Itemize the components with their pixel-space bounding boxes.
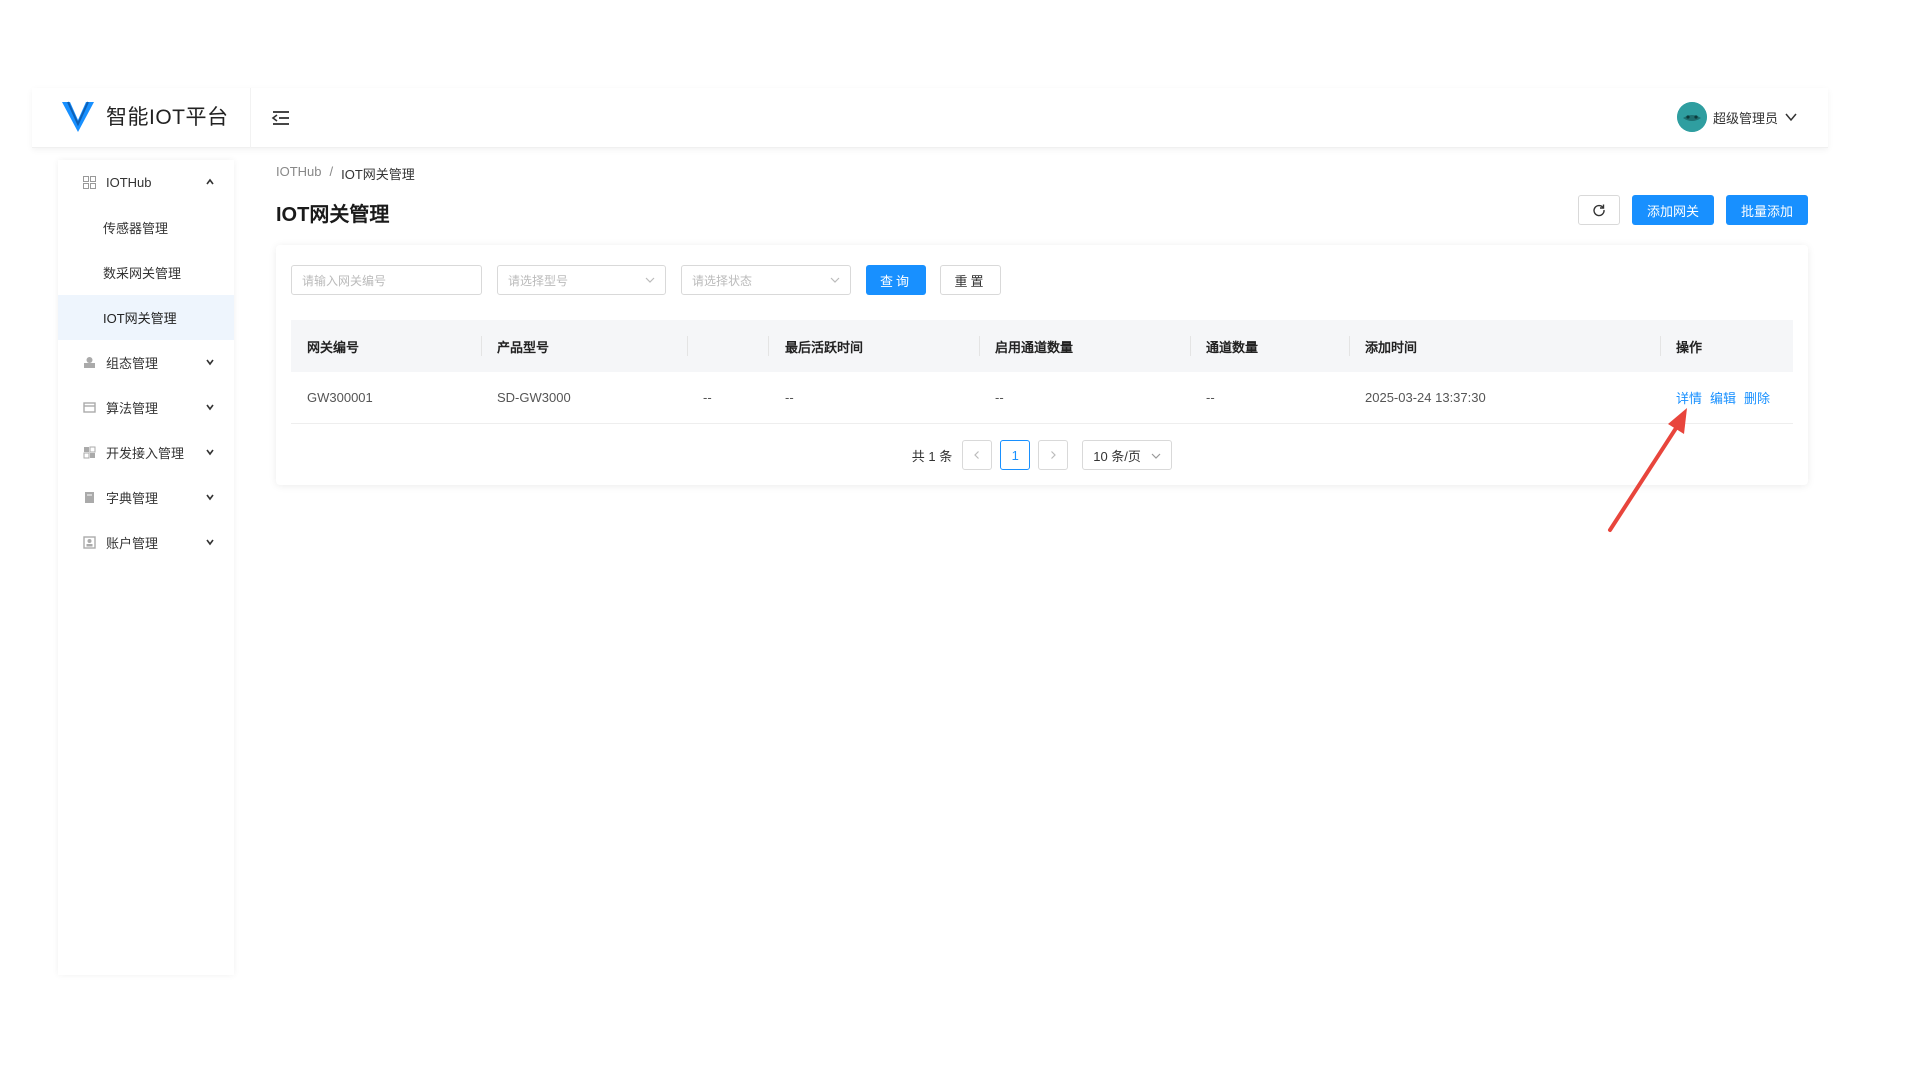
sidebar: IOTHub 传感器管理 数采网关管理 IOT网关管理 组态管理 算法管理 开发…: [58, 160, 234, 975]
column-header-code: 网关编号: [307, 339, 360, 355]
column-header-enabled-channels: 启用通道数量: [995, 339, 1074, 355]
column-header-last-active: 最后活跃时间: [785, 339, 864, 355]
chevron-down-icon: [206, 404, 214, 411]
sidebar-item-sensor[interactable]: 传感器管理: [58, 205, 234, 250]
chevron-down-icon: [206, 494, 214, 501]
query-button[interactable]: 查询: [866, 265, 926, 295]
breadcrumb-root[interactable]: IOTHub: [276, 164, 322, 183]
table-row: GW300001 SD-GW3000 -- -- -- -- 2025-03-2…: [291, 372, 1793, 424]
column-divider: [687, 336, 688, 356]
cell-channels: --: [1206, 390, 1215, 405]
refresh-button[interactable]: [1578, 195, 1620, 225]
column-divider: [1349, 336, 1350, 356]
chevron-right-icon: [1051, 451, 1057, 459]
content-card: 请输入网关编号 请选择型号 请选择状态 查询 重置 网关编号 产品型号 最后活跃…: [276, 245, 1808, 485]
user-menu[interactable]: 超级管理员: [1676, 102, 1798, 132]
app-logo[interactable]: 智能IOT平台: [60, 98, 229, 134]
chevron-down-icon: [830, 277, 840, 283]
sidebar-item-label: 开发接入管理: [106, 446, 185, 461]
logo-icon: [62, 101, 94, 132]
cell-code: GW300001: [307, 390, 373, 405]
page-button-1[interactable]: 1: [1000, 440, 1031, 470]
menu-collapse-icon[interactable]: [270, 108, 292, 128]
sidebar-item-account[interactable]: 账户管理: [58, 520, 234, 565]
page-title: IOT网关管理: [276, 204, 390, 226]
chevron-down-icon: [206, 539, 214, 546]
pagination-total: 共 1 条: [911, 448, 953, 464]
table-header: 网关编号 产品型号 最后活跃时间 启用通道数量 通道数量 添加时间 操作: [291, 320, 1793, 372]
pagination: 共 1 条 1 10 条/页: [276, 440, 1808, 470]
column-divider: [1190, 336, 1191, 356]
chevron-down-icon: [1785, 113, 1797, 122]
gateway-code-input[interactable]: 请输入网关编号: [291, 265, 482, 295]
sidebar-item-iot-gateway[interactable]: IOT网关管理: [58, 295, 234, 340]
cell-last-active: --: [785, 390, 794, 405]
status-select[interactable]: 请选择状态: [681, 265, 851, 295]
top-header: 智能IOT平台 超级管理员: [32, 88, 1828, 148]
header-divider: [250, 88, 251, 148]
sidebar-item-label: 算法管理: [106, 401, 159, 416]
model-select[interactable]: 请选择型号: [497, 265, 666, 295]
batch-add-button[interactable]: 批量添加: [1726, 195, 1808, 225]
next-page-button[interactable]: [1038, 440, 1069, 470]
edit-link[interactable]: 编辑: [1710, 391, 1736, 406]
cell-added-time: 2025-03-24 13:37:30: [1365, 390, 1486, 405]
chevron-down-icon: [206, 449, 214, 456]
account-icon: [82, 536, 96, 550]
breadcrumb-current: IOT网关管理: [341, 167, 415, 182]
sidebar-item-config[interactable]: 组态管理: [58, 340, 234, 385]
breadcrumb: IOTHub / IOT网关管理: [276, 164, 415, 183]
chevron-up-icon: [206, 178, 214, 185]
page-size-select[interactable]: 10 条/页: [1082, 440, 1173, 470]
refresh-icon: [1593, 204, 1605, 217]
config-icon: [82, 356, 96, 370]
column-divider: [979, 336, 980, 356]
page-size-value: 10 条/页: [1093, 448, 1141, 464]
reset-button[interactable]: 重置: [940, 265, 1001, 295]
column-header-channels: 通道数量: [1206, 339, 1259, 355]
column-header-added-time: 添加时间: [1365, 339, 1418, 355]
gateway-table: 网关编号 产品型号 最后活跃时间 启用通道数量 通道数量 添加时间 操作 GW3…: [291, 320, 1793, 424]
delete-link[interactable]: 删除: [1744, 391, 1770, 406]
cell-model: SD-GW3000: [497, 390, 571, 405]
prev-page-button[interactable]: [962, 440, 993, 470]
model-select-placeholder: 请选择型号: [508, 273, 569, 288]
sidebar-item-label: 字典管理: [106, 491, 159, 506]
sidebar-item-label: IOTHub: [106, 175, 152, 190]
cell-actions: 详情 编辑 删除: [1676, 388, 1778, 407]
column-header-actions: 操作: [1676, 339, 1703, 355]
cell-status: --: [703, 390, 712, 405]
add-gateway-button[interactable]: 添加网关: [1632, 195, 1714, 225]
user-name: 超级管理员: [1712, 110, 1778, 126]
sidebar-item-data-gateway[interactable]: 数采网关管理: [58, 250, 234, 295]
app-title: 智能IOT平台: [106, 106, 229, 129]
column-header-model: 产品型号: [497, 339, 550, 355]
sidebar-item-dev-access[interactable]: 开发接入管理: [58, 430, 234, 475]
column-divider: [768, 336, 769, 356]
sidebar-item-label: 账户管理: [106, 536, 159, 551]
sidebar-item-iothub[interactable]: IOTHub: [58, 160, 234, 205]
chevron-down-icon: [645, 277, 655, 283]
detail-link[interactable]: 详情: [1676, 391, 1702, 406]
chevron-left-icon: [974, 451, 980, 459]
avatar: [1676, 102, 1707, 132]
grid-icon: [82, 176, 96, 190]
cell-enabled-channels: --: [995, 390, 1004, 405]
algorithm-icon: [82, 401, 96, 415]
dev-access-icon: [82, 446, 96, 460]
chevron-down-icon: [206, 359, 214, 366]
breadcrumb-separator: /: [329, 164, 334, 179]
column-divider: [481, 336, 482, 356]
column-divider: [1660, 336, 1661, 356]
dictionary-icon: [82, 491, 96, 505]
sidebar-item-label: 组态管理: [106, 356, 159, 371]
status-select-placeholder: 请选择状态: [692, 273, 753, 288]
sidebar-item-dictionary[interactable]: 字典管理: [58, 475, 234, 520]
chevron-down-icon: [1151, 453, 1161, 459]
sidebar-item-algorithm[interactable]: 算法管理: [58, 385, 234, 430]
